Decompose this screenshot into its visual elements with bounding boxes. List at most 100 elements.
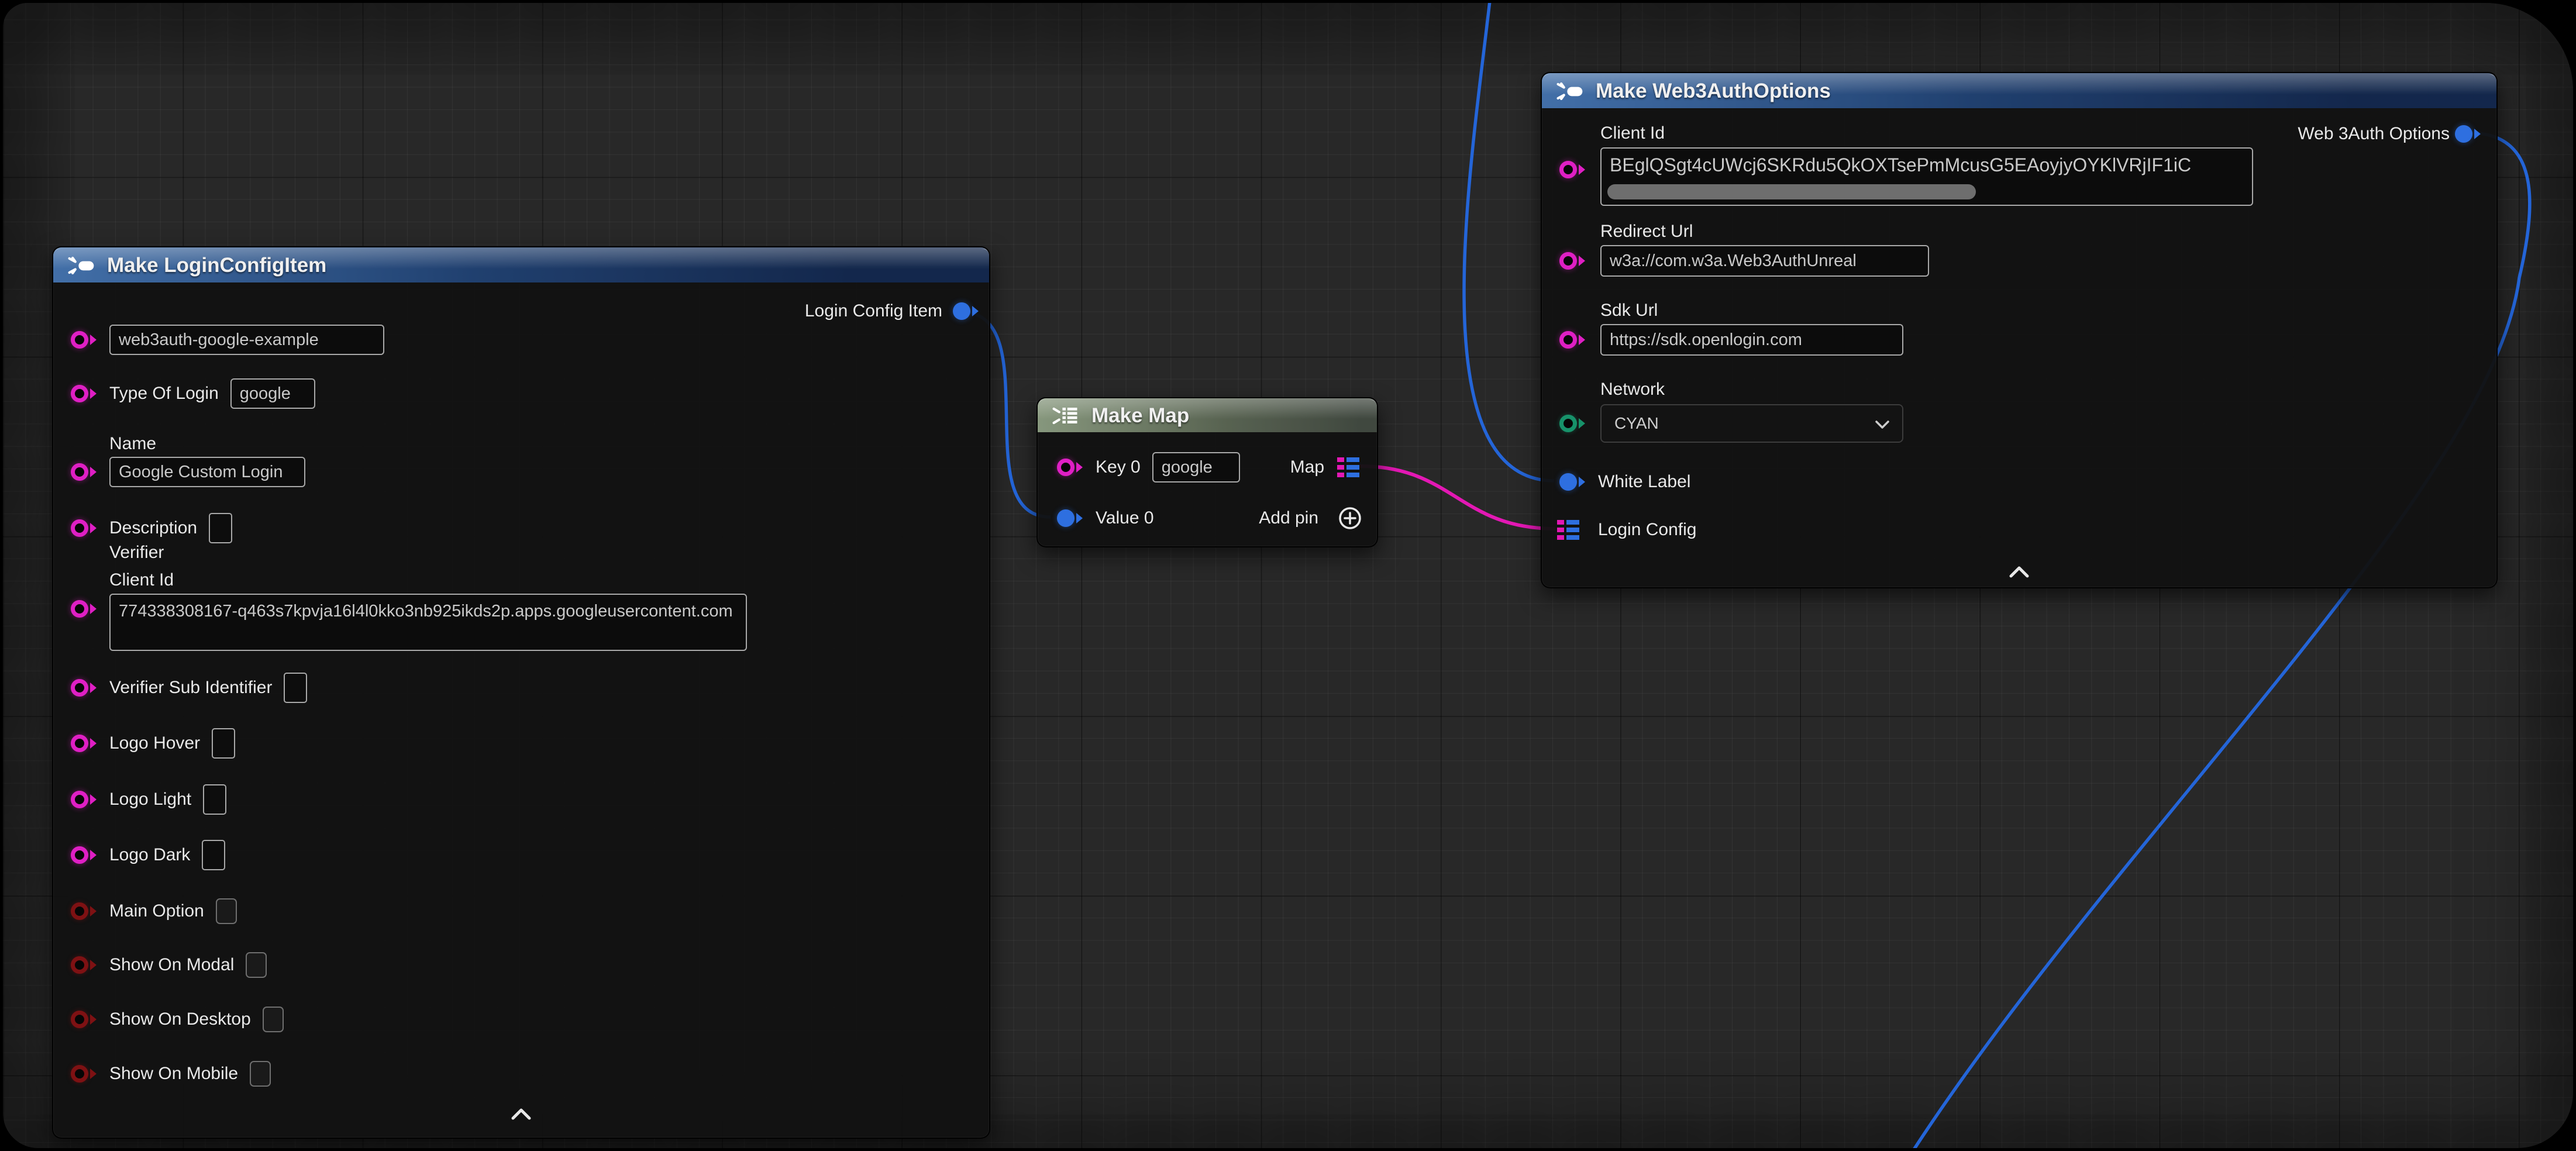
show-on-mobile-checkbox[interactable] — [250, 1061, 271, 1087]
add-pin-button[interactable] — [1337, 505, 1363, 531]
client-id-label: Client Id — [1600, 123, 1665, 143]
show-on-mobile-label: Show On Mobile — [109, 1064, 238, 1084]
show-on-mobile-row: Show On Mobile — [53, 1056, 989, 1091]
show-on-modal-row: Show On Modal — [53, 947, 989, 983]
verifier-label: Verifier — [109, 543, 164, 563]
show-on-desktop-checkbox[interactable] — [263, 1007, 284, 1032]
network-label: Network — [1600, 380, 1665, 399]
chevron-down-icon — [1875, 414, 1889, 433]
main-option-row: Main Option — [53, 894, 989, 929]
name-input[interactable]: Google Custom Login — [109, 457, 305, 487]
main-option-checkbox[interactable] — [216, 898, 237, 924]
make-struct-icon — [66, 252, 97, 279]
node-make-web3authoptions[interactable]: Make Web3AuthOptions Web 3Auth Options C… — [1541, 72, 2498, 588]
name-label: Name — [109, 434, 156, 454]
blueprint-editor: Make LoginConfigItem Login Config Item V… — [0, 0, 2576, 1151]
logo-light-input[interactable] — [203, 784, 226, 815]
logo-hover-label: Logo Hover — [109, 733, 200, 753]
description-pin[interactable] — [71, 519, 97, 537]
collapse-node-button[interactable] — [2009, 566, 2029, 581]
sdk-url-input[interactable]: https://sdk.openlogin.com — [1600, 324, 1903, 356]
verifier-sub-identifier-pin[interactable] — [71, 679, 97, 697]
show-on-desktop-label: Show On Desktop — [109, 1009, 251, 1029]
map-output-pin[interactable] — [1337, 457, 1359, 477]
logo-light-row: Logo Light — [53, 782, 989, 817]
value0-pin[interactable] — [1057, 509, 1083, 527]
make-map-icon — [1051, 403, 1081, 429]
key0-pin[interactable] — [1057, 459, 1083, 476]
graph-canvas[interactable]: Make LoginConfigItem Login Config Item V… — [3, 3, 2573, 1148]
logo-dark-input[interactable] — [202, 840, 225, 870]
web3auth-options-output-pin[interactable] — [2455, 125, 2481, 143]
sdk-url-label: Sdk Url — [1600, 301, 1658, 321]
redirect-url-input[interactable]: w3a://com.w3a.Web3AuthUnreal — [1600, 245, 1929, 277]
redirect-url-label: Redirect Url — [1600, 222, 1693, 242]
client-id-pin[interactable] — [1559, 161, 1585, 178]
show-on-modal-checkbox[interactable] — [246, 952, 267, 978]
white-label-pin[interactable] — [1559, 473, 1585, 491]
type-of-login-row: Type Of Login google — [53, 376, 989, 411]
show-on-desktop-row: Show On Desktop — [53, 1002, 989, 1037]
make-struct-icon — [1555, 78, 1585, 105]
client-id-input[interactable]: 774338308167-q463s7kpvja16l4l0kko3nb925i… — [109, 594, 747, 651]
node-make-map[interactable]: Make Map Key 0 google Map — [1036, 397, 1378, 547]
output-label: Login Config Item — [805, 301, 942, 321]
show-on-mobile-pin[interactable] — [71, 1065, 97, 1083]
login-config-label: Login Config — [1598, 520, 1696, 540]
type-of-login-pin[interactable] — [71, 385, 97, 402]
network-selected-value: CYAN — [1614, 414, 1659, 433]
sdk-url-pin[interactable] — [1559, 331, 1585, 349]
type-of-login-label: Type Of Login — [109, 384, 219, 404]
logo-dark-row: Logo Dark — [53, 838, 989, 873]
main-option-label: Main Option — [109, 901, 204, 921]
show-on-modal-label: Show On Modal — [109, 955, 234, 975]
login-config-row: Login Config — [1542, 512, 2496, 547]
name-pin[interactable] — [71, 463, 97, 481]
logo-hover-pin[interactable] — [71, 735, 97, 752]
description-input[interactable] — [209, 513, 232, 543]
verifier-pin[interactable] — [71, 331, 97, 349]
network-pin[interactable] — [1559, 415, 1585, 432]
description-label: Description — [109, 518, 197, 538]
map-output-label: Map — [1290, 457, 1324, 477]
verifier-sub-identifier-input[interactable] — [284, 673, 307, 703]
white-label-label: White Label — [1598, 472, 1690, 492]
key0-input[interactable]: google — [1152, 452, 1240, 483]
verifier-input[interactable]: web3auth-google-example — [109, 325, 384, 355]
key0-label: Key 0 — [1096, 457, 1141, 477]
node-header-make-map[interactable]: Make Map — [1038, 398, 1377, 432]
client-id-scrollbar[interactable] — [1607, 184, 1976, 199]
logo-hover-input[interactable] — [212, 728, 235, 759]
value0-label: Value 0 — [1096, 508, 1154, 528]
show-on-desktop-pin[interactable] — [71, 1011, 97, 1028]
logo-hover-row: Logo Hover — [53, 726, 989, 761]
redirect-url-pin[interactable] — [1559, 252, 1585, 270]
node-header-make-loginconfigitem[interactable]: Make LoginConfigItem — [53, 247, 989, 282]
collapse-node-button[interactable] — [511, 1108, 531, 1123]
white-label-row: White Label — [1542, 464, 2496, 499]
client-id-value: BEglQSgt4cUWcj6SKRdu5QkOXTsePmMcusG5EAoy… — [1610, 154, 2191, 176]
key0-row: Key 0 google Map — [1038, 450, 1377, 485]
client-id-pin[interactable] — [71, 600, 97, 618]
show-on-modal-pin[interactable] — [71, 956, 97, 974]
description-row: Description — [53, 511, 989, 546]
verifier-sub-identifier-row: Verifier Sub Identifier — [53, 670, 989, 705]
type-of-login-input[interactable]: google — [230, 378, 315, 409]
network-dropdown[interactable]: CYAN — [1600, 404, 1903, 443]
value0-row: Value 0 Add pin — [1038, 501, 1377, 536]
node-title: Make Map — [1091, 404, 1189, 428]
login-config-pin[interactable] — [1557, 520, 1579, 540]
logo-light-pin[interactable] — [71, 791, 97, 808]
node-title: Make LoginConfigItem — [107, 254, 326, 277]
node-title: Make Web3AuthOptions — [1596, 80, 1831, 103]
node-header-make-web3authoptions[interactable]: Make Web3AuthOptions — [1542, 73, 2496, 108]
client-id-label: Client Id — [109, 570, 174, 590]
node-make-loginconfigitem[interactable]: Make LoginConfigItem Login Config Item V… — [52, 246, 990, 1139]
logo-dark-label: Logo Dark — [109, 845, 190, 865]
client-id-input[interactable]: BEglQSgt4cUWcj6SKRdu5QkOXTsePmMcusG5EAoy… — [1600, 147, 2253, 206]
add-pin-label: Add pin — [1259, 508, 1318, 528]
logo-dark-pin[interactable] — [71, 846, 97, 864]
login-config-item-output-pin[interactable] — [953, 302, 979, 320]
main-option-pin[interactable] — [71, 902, 97, 920]
output-row-login-config-item: Login Config Item — [53, 294, 989, 329]
